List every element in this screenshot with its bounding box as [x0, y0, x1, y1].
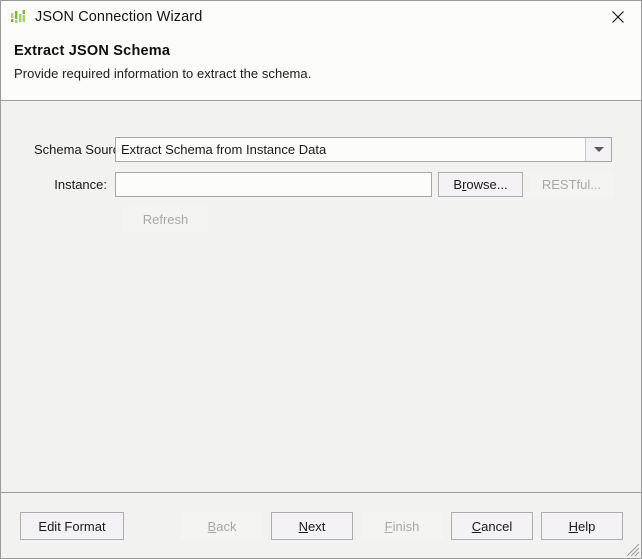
- browse-button[interactable]: Browse...: [438, 172, 523, 197]
- page-header: Extract JSON Schema Provide required inf…: [1, 32, 641, 101]
- page-title: Extract JSON Schema: [14, 43, 171, 59]
- close-icon[interactable]: [595, 1, 641, 32]
- instance-row: Instance: Browse... RESTful...: [1, 172, 641, 197]
- restful-button[interactable]: RESTful...: [529, 172, 614, 197]
- schema-source-select[interactable]: Extract Schema from Instance Data: [115, 137, 612, 162]
- json-connection-wizard-window: JSON Connection Wizard Extract JSON Sche…: [0, 0, 642, 559]
- wizard-footer: Edit Format Back Next Finish Cancel Help: [1, 492, 641, 558]
- help-button[interactable]: Help: [541, 512, 623, 540]
- wizard-body: Schema Source: Extract Schema from Insta…: [1, 101, 641, 492]
- refresh-row: Refresh: [1, 207, 641, 232]
- schema-source-value: Extract Schema from Instance Data: [121, 142, 327, 157]
- finish-button[interactable]: Finish: [361, 512, 443, 540]
- page-subtitle: Provide required information to extract …: [14, 66, 312, 81]
- cancel-button[interactable]: Cancel: [451, 512, 533, 540]
- next-button[interactable]: Next: [271, 512, 353, 540]
- edit-format-button[interactable]: Edit Format: [20, 512, 124, 540]
- json-bars-icon: [9, 8, 27, 26]
- chevron-down-icon[interactable]: [585, 138, 611, 161]
- extract-schema-form: Schema Source: Extract Schema from Insta…: [1, 101, 641, 242]
- back-button[interactable]: Back: [181, 512, 263, 540]
- refresh-button[interactable]: Refresh: [123, 207, 208, 232]
- title-bar: JSON Connection Wizard: [1, 1, 641, 32]
- instance-label: Instance:: [54, 177, 107, 192]
- instance-input[interactable]: [115, 172, 432, 197]
- schema-source-label: Schema Source:: [34, 142, 131, 157]
- window-title: JSON Connection Wizard: [35, 8, 203, 25]
- navigation-buttons: Back Next Finish Cancel Help: [181, 512, 623, 540]
- resize-grip-icon[interactable]: [624, 541, 640, 557]
- schema-source-row: Schema Source: Extract Schema from Insta…: [1, 137, 641, 162]
